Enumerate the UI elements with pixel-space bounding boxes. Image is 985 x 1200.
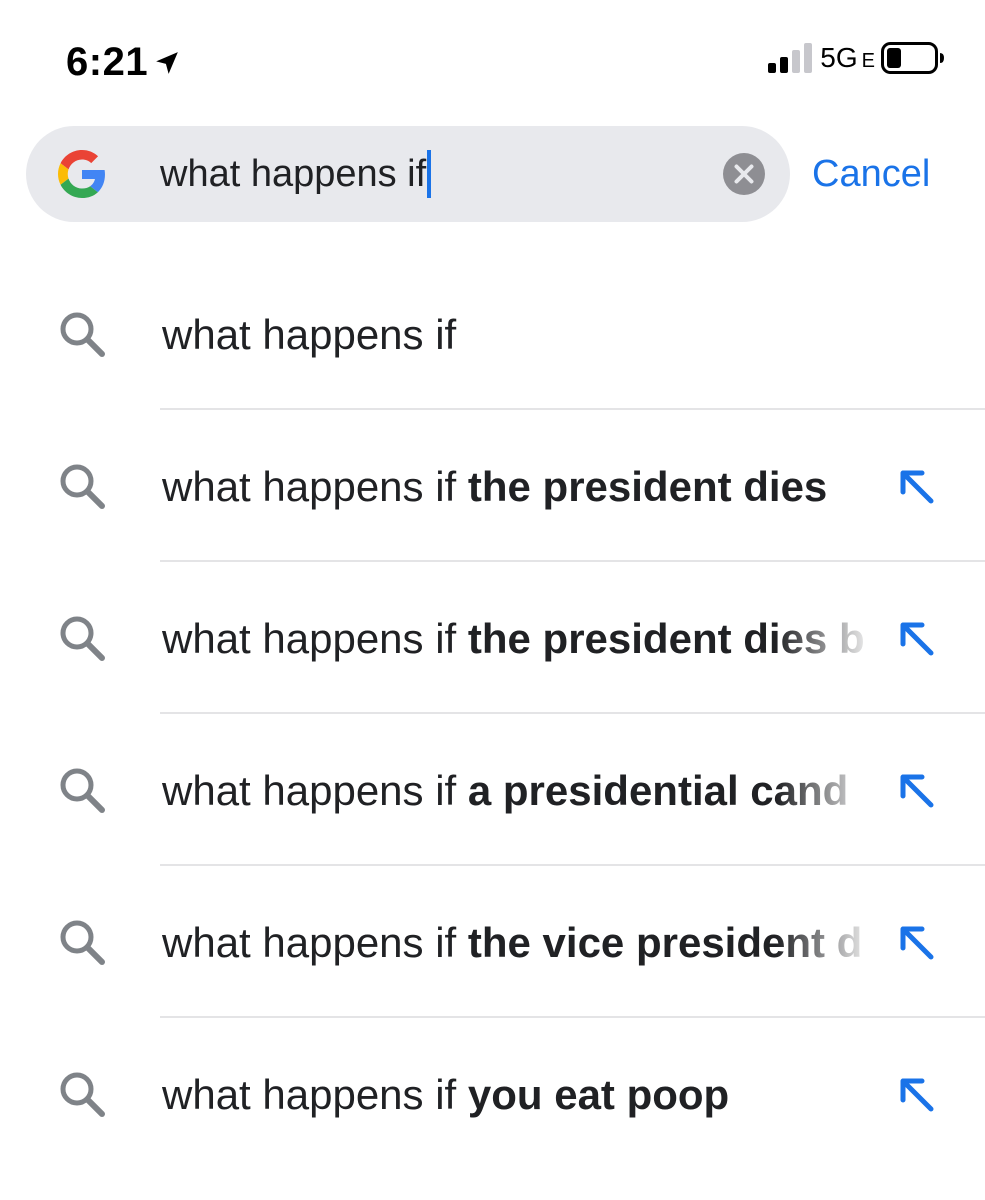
status-time-group: 6:21	[66, 40, 180, 85]
suggestion-text: what happens if	[162, 308, 876, 362]
suggestion-text: what happens if a presidential cand	[162, 764, 876, 818]
status-indicators: 5G E	[768, 42, 945, 74]
suggestion-text: what happens if you eat poop	[162, 1068, 876, 1122]
network-subtype: E	[861, 49, 875, 72]
suggestion-prefix: what happens if	[162, 463, 468, 510]
search-input[interactable]: what happens if	[160, 146, 432, 202]
suggestion-completion: the president dies b	[467, 615, 865, 662]
suggestion-item[interactable]: what happens if the president dies	[0, 410, 985, 562]
suggestion-text: what happens if the president dies b	[162, 612, 876, 666]
search-icon	[58, 766, 108, 816]
search-row: what happens if Cancel	[26, 126, 956, 222]
arrow-up-left-icon[interactable]	[896, 1074, 938, 1116]
suggestion-prefix: what happens if	[162, 1071, 468, 1118]
suggestion-completion: a presidential cand	[467, 767, 849, 814]
suggestion-item[interactable]: what happens if the vice president d	[0, 866, 985, 1018]
suggestion-prefix: what happens if	[162, 919, 468, 966]
location-arrow-icon	[154, 50, 180, 76]
network-type: 5G	[820, 42, 858, 73]
signal-bars-icon	[768, 43, 814, 73]
suggestion-prefix: what happens if	[162, 615, 468, 662]
suggestion-item[interactable]: what happens if you eat poop	[0, 1018, 985, 1170]
arrow-up-left-icon[interactable]	[896, 922, 938, 964]
suggestion-item[interactable]: what happens if a presidential cand	[0, 714, 985, 866]
suggestion-item[interactable]: what happens if the president dies b	[0, 562, 985, 714]
google-logo-icon	[58, 150, 106, 198]
search-icon	[58, 462, 108, 512]
suggestion-text: what happens if the president dies	[162, 460, 876, 514]
battery-icon	[881, 42, 945, 74]
status-bar: 6:21 5G E	[0, 0, 985, 120]
suggestion-completion: you eat poop	[467, 1071, 730, 1118]
cancel-button[interactable]: Cancel	[812, 148, 930, 200]
suggestion-prefix: what happens if	[162, 767, 468, 814]
suggestion-list: what happens if what happens if the pres…	[0, 258, 985, 1170]
search-icon	[58, 918, 108, 968]
arrow-up-left-icon[interactable]	[896, 770, 938, 812]
search-icon	[58, 1070, 108, 1120]
suggestion-prefix: what happens if	[162, 311, 457, 358]
suggestion-item[interactable]: what happens if	[0, 258, 985, 410]
status-time: 6:21	[66, 40, 149, 84]
search-box[interactable]: what happens if	[26, 126, 790, 222]
search-icon	[58, 614, 108, 664]
suggestion-completion: the vice president d	[467, 919, 863, 966]
text-caret	[427, 150, 432, 198]
search-query-text: what happens if	[160, 152, 427, 195]
arrow-up-left-icon[interactable]	[896, 466, 938, 508]
suggestion-text: what happens if the vice president d	[162, 916, 876, 970]
clear-icon[interactable]	[722, 152, 766, 196]
arrow-up-left-icon[interactable]	[896, 618, 938, 660]
suggestion-completion: the president dies	[467, 463, 828, 510]
search-icon	[58, 310, 108, 360]
